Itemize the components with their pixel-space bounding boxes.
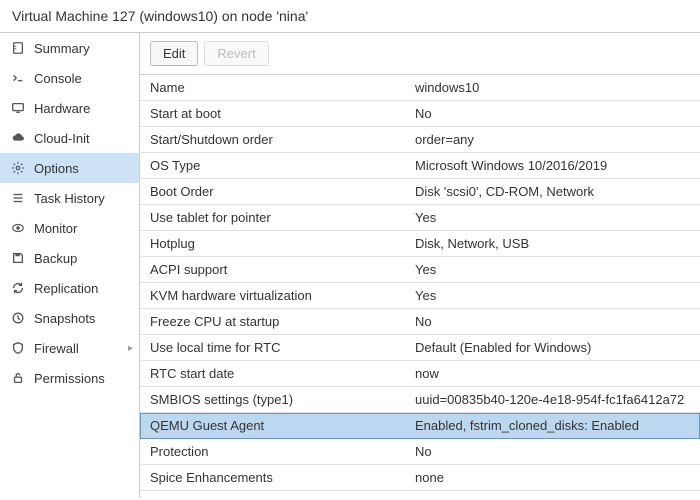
- gear-icon: [10, 160, 26, 176]
- option-key: Protection: [140, 439, 405, 464]
- option-row[interactable]: QEMU Guest AgentEnabled, fstrim_cloned_d…: [140, 413, 700, 439]
- cloud-icon: [10, 130, 26, 146]
- option-value: uuid=00835b40-120e-4e18-954f-fc1fa6412a7…: [405, 387, 700, 412]
- option-value: No: [405, 101, 700, 126]
- option-key: Use local time for RTC: [140, 335, 405, 360]
- option-key: RTC start date: [140, 361, 405, 386]
- sidebar-item-monitor[interactable]: Monitor: [0, 213, 139, 243]
- option-row[interactable]: Boot OrderDisk 'scsi0', CD-ROM, Network: [140, 179, 700, 205]
- option-row[interactable]: Start at bootNo: [140, 101, 700, 127]
- refresh-icon: [10, 280, 26, 296]
- sidebar-item-label: Monitor: [34, 221, 77, 236]
- option-key: OS Type: [140, 153, 405, 178]
- option-key: Boot Order: [140, 179, 405, 204]
- toolbar: Edit Revert: [140, 33, 700, 74]
- sidebar-item-label: Cloud-Init: [34, 131, 90, 146]
- option-key: Start/Shutdown order: [140, 127, 405, 152]
- option-row[interactable]: Spice Enhancementsnone: [140, 465, 700, 491]
- sidebar-item-taskhistory[interactable]: Task History: [0, 183, 139, 213]
- option-value: now: [405, 361, 700, 386]
- sidebar-item-console[interactable]: Console: [0, 63, 139, 93]
- sidebar-item-label: Summary: [34, 41, 90, 56]
- option-key: Spice Enhancements: [140, 465, 405, 490]
- edit-button[interactable]: Edit: [150, 41, 198, 66]
- sidebar-item-label: Permissions: [34, 371, 105, 386]
- option-key: Start at boot: [140, 101, 405, 126]
- content-panel: Edit Revert Namewindows10Start at bootNo…: [140, 33, 700, 498]
- sidebar: Summary Console Hardware Cloud-Init Options T…: [0, 33, 140, 498]
- option-value: No: [405, 439, 700, 464]
- option-value: Disk, Network, USB: [405, 231, 700, 256]
- main-panel: Summary Console Hardware Cloud-Init Options T…: [0, 32, 700, 498]
- option-value: Enabled, fstrim_cloned_disks: Enabled: [405, 413, 700, 438]
- sidebar-item-firewall[interactable]: Firewall ▸: [0, 333, 139, 363]
- option-row[interactable]: HotplugDisk, Network, USB: [140, 231, 700, 257]
- option-row[interactable]: Use tablet for pointerYes: [140, 205, 700, 231]
- unlock-icon: [10, 370, 26, 386]
- history-icon: [10, 310, 26, 326]
- option-row[interactable]: Freeze CPU at startupNo: [140, 309, 700, 335]
- option-value: Default (Enabled for Windows): [405, 335, 700, 360]
- option-value: Yes: [405, 283, 700, 308]
- sidebar-item-label: Firewall: [34, 341, 79, 356]
- option-row[interactable]: Use local time for RTCDefault (Enabled f…: [140, 335, 700, 361]
- option-value: Yes: [405, 257, 700, 282]
- option-value: none: [405, 465, 700, 490]
- sidebar-item-label: Backup: [34, 251, 77, 266]
- sidebar-item-backup[interactable]: Backup: [0, 243, 139, 273]
- sidebar-item-snapshots[interactable]: Snapshots: [0, 303, 139, 333]
- sidebar-item-label: Hardware: [34, 101, 90, 116]
- option-value: Automatic: [405, 491, 700, 498]
- option-row[interactable]: Namewindows10: [140, 75, 700, 101]
- sidebar-item-options[interactable]: Options: [0, 153, 139, 183]
- revert-button[interactable]: Revert: [204, 41, 268, 66]
- option-row[interactable]: OS TypeMicrosoft Windows 10/2016/2019: [140, 153, 700, 179]
- option-row[interactable]: ACPI supportYes: [140, 257, 700, 283]
- notebook-icon: [10, 40, 26, 56]
- sidebar-item-label: Console: [34, 71, 82, 86]
- sidebar-item-hardware[interactable]: Hardware: [0, 93, 139, 123]
- option-row[interactable]: RTC start datenow: [140, 361, 700, 387]
- chevron-right-icon: ▸: [128, 343, 133, 354]
- eye-icon: [10, 220, 26, 236]
- shield-icon: [10, 340, 26, 356]
- option-key: Freeze CPU at startup: [140, 309, 405, 334]
- terminal-icon: [10, 70, 26, 86]
- option-key: ACPI support: [140, 257, 405, 282]
- option-row[interactable]: ProtectionNo: [140, 439, 700, 465]
- sidebar-item-cloudinit[interactable]: Cloud-Init: [0, 123, 139, 153]
- option-row[interactable]: VM State storageAutomatic: [140, 491, 700, 498]
- option-value: Yes: [405, 205, 700, 230]
- monitor-icon: [10, 100, 26, 116]
- sidebar-item-label: Replication: [34, 281, 98, 296]
- save-icon: [10, 250, 26, 266]
- sidebar-item-summary[interactable]: Summary: [0, 33, 139, 63]
- option-key: VM State storage: [140, 491, 405, 498]
- option-key: Hotplug: [140, 231, 405, 256]
- option-key: SMBIOS settings (type1): [140, 387, 405, 412]
- sidebar-item-replication[interactable]: Replication: [0, 273, 139, 303]
- option-key: QEMU Guest Agent: [140, 413, 405, 438]
- option-value: order=any: [405, 127, 700, 152]
- options-table: Namewindows10Start at bootNoStart/Shutdo…: [140, 74, 700, 498]
- option-row[interactable]: SMBIOS settings (type1)uuid=00835b40-120…: [140, 387, 700, 413]
- option-value: Microsoft Windows 10/2016/2019: [405, 153, 700, 178]
- option-value: Disk 'scsi0', CD-ROM, Network: [405, 179, 700, 204]
- sidebar-item-permissions[interactable]: Permissions: [0, 363, 139, 393]
- page-title: Virtual Machine 127 (windows10) on node …: [0, 0, 700, 32]
- option-value: No: [405, 309, 700, 334]
- sidebar-item-label: Snapshots: [34, 311, 95, 326]
- option-key: KVM hardware virtualization: [140, 283, 405, 308]
- option-row[interactable]: Start/Shutdown orderorder=any: [140, 127, 700, 153]
- option-key: Name: [140, 75, 405, 100]
- option-row[interactable]: KVM hardware virtualizationYes: [140, 283, 700, 309]
- option-value: windows10: [405, 75, 700, 100]
- sidebar-item-label: Options: [34, 161, 79, 176]
- sidebar-item-label: Task History: [34, 191, 105, 206]
- list-icon: [10, 190, 26, 206]
- option-key: Use tablet for pointer: [140, 205, 405, 230]
